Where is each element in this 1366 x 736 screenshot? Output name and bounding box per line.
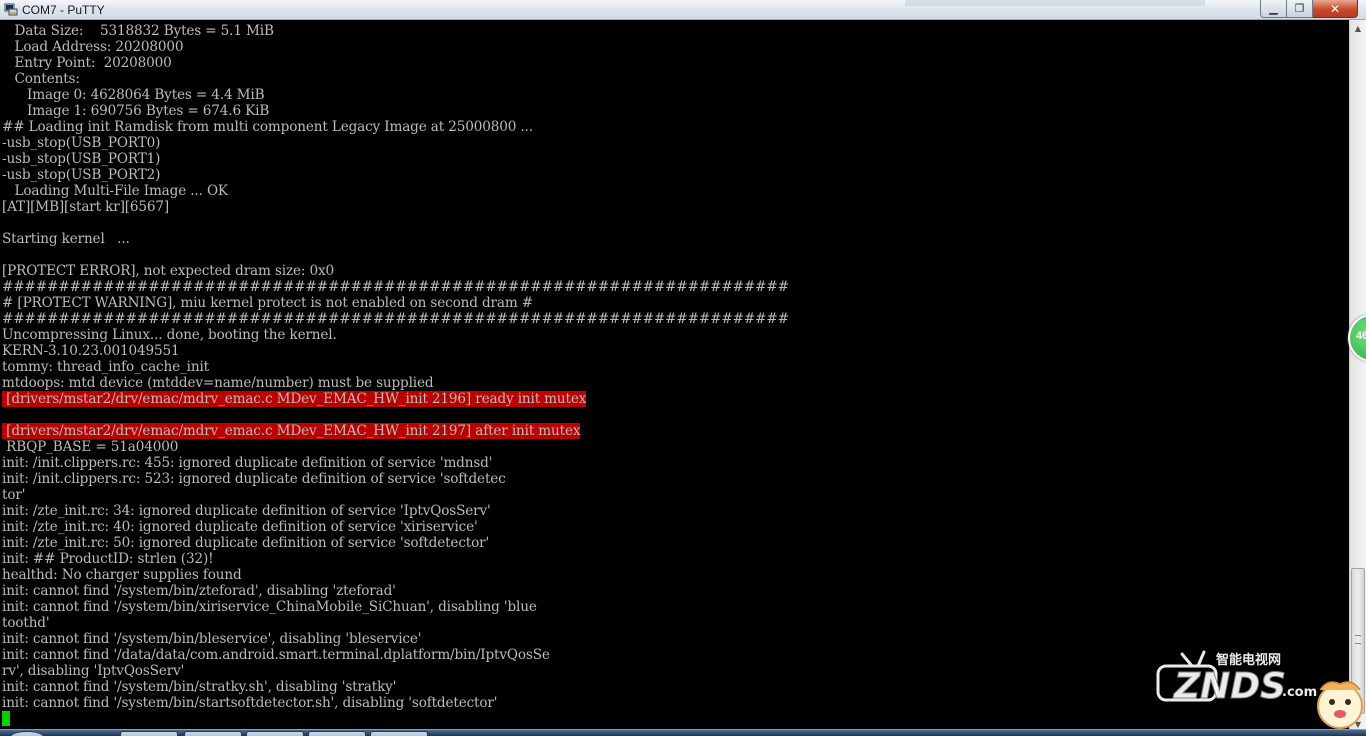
terminal-line: Data Size: 5318832 Bytes = 5.1 MiB [2, 23, 274, 39]
terminal-line: ########################################… [2, 279, 789, 295]
taskbar-item-2[interactable] [184, 731, 242, 736]
terminal-line: init: cannot find '/system/bin/bleservic… [2, 631, 422, 647]
terminal-line: ## Loading init Ramdisk from multi compo… [2, 119, 533, 135]
scroll-up-icon: ▲ [1354, 23, 1362, 33]
terminal-line: tor' [2, 487, 26, 503]
terminal-line: Image 0: 4628064 Bytes = 4.4 MiB [2, 87, 265, 103]
terminal-line: KERN-3.10.23.001049551 [2, 343, 180, 359]
terminal-line: init: cannot find '/system/bin/zteforad'… [2, 583, 396, 599]
close-icon: ✕ [1329, 1, 1341, 16]
putty-window: COM7 - PuTTY ▁ ❐ ✕ Data Size: 5318832 By… [0, 0, 1366, 736]
terminal-line: healthd: No charger supplies found [2, 567, 242, 583]
terminal-line: RBQP_BASE = 51a04000 [2, 439, 179, 455]
scroll-down-icon: ▼ [1354, 719, 1362, 729]
terminal-line: init: /zte_init.rc: 40: ignored duplicat… [2, 519, 478, 535]
terminal-line: mtdoops: mtd device (mtddev=name/number)… [2, 375, 434, 391]
terminal-cursor [2, 711, 10, 726]
minimize-button[interactable]: ▁ [1260, 0, 1287, 18]
taskbar-item-4[interactable] [308, 731, 366, 736]
terminal-line: ########################################… [2, 311, 789, 327]
title-bar-blurred-region [905, 0, 1205, 6]
maximize-icon: ❐ [1294, 2, 1305, 15]
terminal-line: toothd' [2, 615, 50, 631]
putty-app-icon[interactable] [4, 3, 18, 16]
terminal-line: Loading Multi-File Image ... OK [2, 183, 229, 199]
terminal-line: Uncompressing Linux... done, booting the… [2, 327, 337, 343]
vertical-scrollbar[interactable]: ▲ ▼ [1349, 20, 1366, 732]
window-title: COM7 - PuTTY [22, 3, 105, 17]
terminal-line: init: cannot find '/data/data/com.androi… [2, 647, 550, 663]
terminal-line: # [PROTECT WARNING], miu kernel protect … [2, 295, 533, 311]
terminal-line: Entry Point: 20208000 [2, 55, 172, 71]
terminal-line: init: /init.clippers.rc: 523: ignored du… [2, 471, 506, 487]
scrollbar-thumb[interactable] [1351, 568, 1365, 714]
terminal-line: init: ## ProductID: strlen (32)! [2, 551, 214, 567]
badge-value: 46 [1356, 330, 1366, 342]
terminal-line: -usb_stop(USB_PORT1) [2, 151, 161, 167]
terminal-line: init: /zte_init.rc: 50: ignored duplicat… [2, 535, 490, 551]
terminal-line: init: cannot find '/system/bin/startsoft… [2, 695, 498, 711]
close-button[interactable]: ✕ [1313, 0, 1358, 18]
terminal-line-highlighted: [drivers/mstar2/drv/emac/mdrv_emac.c MDe… [2, 391, 587, 407]
terminal-line: init: cannot find '/system/bin/xiriservi… [2, 599, 537, 615]
terminal-line: Starting kernel ... [2, 231, 130, 247]
terminal-line: [PROTECT ERROR], not expected dram size:… [2, 263, 334, 279]
terminal-line: Contents: [2, 71, 80, 87]
title-bar[interactable]: COM7 - PuTTY ▁ ❐ ✕ [0, 0, 1366, 20]
terminal-output[interactable]: Data Size: 5318832 Bytes = 5.1 MiB Load … [0, 20, 1349, 732]
terminal-line: init: cannot find '/system/bin/stratky.s… [2, 679, 397, 695]
terminal-line-highlighted: [drivers/mstar2/drv/emac/mdrv_emac.c MDe… [2, 423, 581, 439]
terminal-line: Image 1: 690756 Bytes = 674.6 KiB [2, 103, 270, 119]
minimize-icon: ▁ [1269, 2, 1278, 15]
taskbar-item-3[interactable] [246, 731, 304, 736]
taskbar-item-5[interactable] [370, 731, 428, 736]
terminal-line: tommy: thread_info_cache_init [2, 359, 209, 375]
terminal-line: Load Address: 20208000 [2, 39, 184, 55]
maximize-button[interactable]: ❐ [1287, 0, 1313, 18]
taskbar [0, 729, 1366, 736]
start-button[interactable] [10, 731, 44, 736]
taskbar-item-1[interactable] [120, 731, 178, 736]
terminal-line: init: /init.clippers.rc: 455: ignored du… [2, 455, 493, 471]
scroll-up-button[interactable]: ▲ [1350, 20, 1366, 36]
scrollbar-grip-icon [1355, 635, 1361, 644]
terminal-line: -usb_stop(USB_PORT2) [2, 167, 161, 183]
terminal-line: -usb_stop(USB_PORT0) [2, 135, 161, 151]
terminal-line: init: /zte_init.rc: 34: ignored duplicat… [2, 503, 491, 519]
terminal-line: rv', disabling 'IptvQosServ' [2, 663, 185, 679]
terminal-line: [AT][MB][start kr][6567] [2, 199, 170, 215]
